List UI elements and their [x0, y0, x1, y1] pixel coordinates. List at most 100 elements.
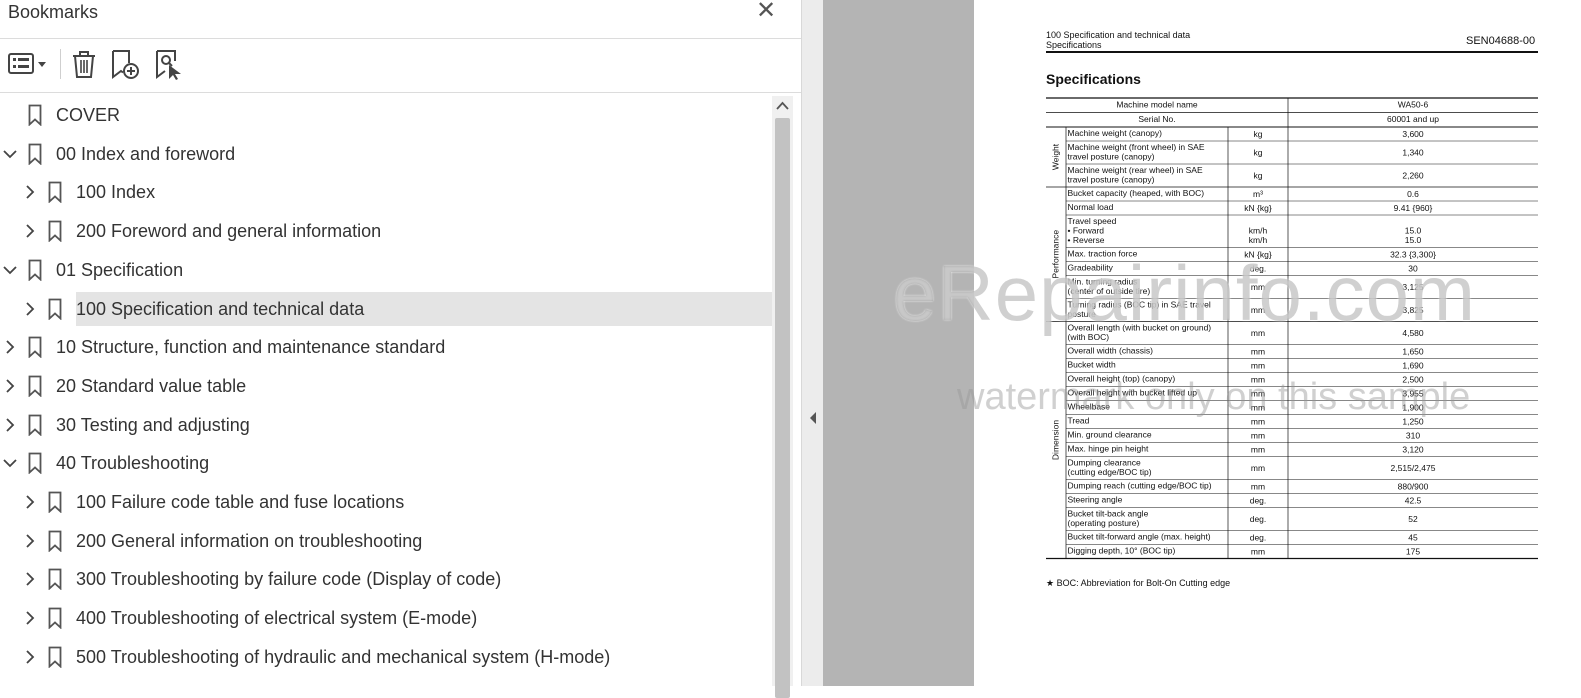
spec-value-text: 9.41 {960}: [1394, 203, 1433, 213]
bookmark-icon: [48, 646, 62, 668]
bookmark-item[interactable]: 200 General information on troubleshooti…: [0, 524, 772, 558]
bookmark-item[interactable]: 300 Troubleshooting by failure code (Dis…: [0, 562, 772, 596]
chevron-right-icon[interactable]: [21, 493, 39, 511]
spec-value-text: 32.3 {3,300}: [1390, 250, 1436, 260]
spec-item-text: Overall height with bucket lifted up: [1068, 388, 1198, 398]
spec-value-text: 175: [1406, 547, 1420, 557]
chevron-right-icon[interactable]: [21, 609, 39, 627]
vertical-scrollbar[interactable]: [772, 96, 793, 698]
chevron-right-icon[interactable]: [21, 300, 39, 318]
bookmark-icon: [28, 375, 42, 397]
chevron-right-icon[interactable]: [1, 416, 19, 434]
spec-unit-text: mm: [1251, 431, 1265, 441]
spec-item-text: Min. turning radius: [1068, 277, 1138, 287]
bookmark-item[interactable]: 01 Specification: [0, 253, 772, 287]
bookmark-item[interactable]: 00 Index and foreword: [0, 137, 772, 171]
chevron-right-icon[interactable]: [21, 222, 39, 240]
bookmark-label: 300 Troubleshooting by failure code (Dis…: [76, 569, 502, 590]
panel-splitter[interactable]: [801, 0, 823, 686]
spec-unit-text: mm: [1251, 463, 1265, 473]
specifications-table: Machine model name WA50-6 Serial No. 60001 …: [1046, 97, 1538, 560]
spec-item-text: Dumping reach (cutting edge/BOC tip): [1068, 481, 1212, 491]
scroll-up-button[interactable]: [774, 98, 791, 114]
spec-item-text: Machine weight (front wheel) in SAE: [1068, 142, 1205, 152]
bookmark-item[interactable]: 20 Standard value table: [0, 369, 772, 403]
bookmark-label: 100 Index: [76, 182, 156, 203]
panel-title: Bookmarks: [8, 2, 99, 22]
close-panel-button[interactable]: ✕: [754, 0, 778, 24]
spec-value-text: 1,340: [1402, 148, 1424, 158]
bookmark-item[interactable]: COVER: [0, 98, 772, 132]
bookmark-item[interactable]: 200 Foreword and general information: [0, 214, 772, 248]
spec-value-text: 1,900: [1402, 403, 1424, 413]
bookmark-label: 10 Structure, function and maintenance s…: [56, 337, 446, 358]
bookmark-icon: [28, 143, 42, 165]
chevron-right-icon[interactable]: [1, 377, 19, 395]
chevron-right-icon[interactable]: [21, 183, 39, 201]
spec-item-text: • Forward: [1068, 226, 1105, 236]
chevron-down-icon[interactable]: [1, 145, 19, 163]
spec-item-text: posture: [1068, 309, 1097, 319]
spec-item-text: Min. ground clearance: [1068, 430, 1152, 440]
spec-item-text: Wheelbase: [1068, 402, 1111, 412]
bookmark-item[interactable]: 30 Testing and adjusting: [0, 408, 772, 442]
table-header-value: WA50-6: [1398, 100, 1429, 110]
new-bookmark-button[interactable]: [109, 47, 143, 81]
chevron-down-icon[interactable]: [1, 261, 19, 279]
spec-unit-text: m³: [1253, 189, 1263, 199]
bookmark-icon: [28, 104, 42, 126]
toolbar-separator: [60, 49, 61, 79]
bookmark-label: 500 Troubleshooting of hydraulic and mec…: [76, 646, 611, 667]
spec-unit-text: mm: [1251, 361, 1265, 371]
spec-unit-text: km/h: [1249, 226, 1268, 236]
spec-group-label: Performance: [1050, 230, 1060, 279]
bookmark-label: 200 Foreword and general information: [76, 221, 382, 242]
document-page: 100 Specification and technical data Spe…: [974, 0, 1581, 686]
spec-value-text: 3,825: [1402, 305, 1424, 315]
spec-item-text: Digging depth, 10° (BOC tip): [1068, 546, 1176, 556]
collapse-left-icon: [810, 412, 816, 424]
spec-item-text: Machine weight (rear wheel) in SAE: [1068, 165, 1203, 175]
spec-item-text: • Reverse: [1068, 235, 1105, 245]
page-header-subsection: Specifications: [1046, 40, 1102, 50]
spec-value-text: 1,650: [1402, 347, 1424, 357]
bookmark-item[interactable]: 100 Specification and technical data: [0, 291, 772, 326]
spec-item-text: Tread: [1068, 416, 1090, 426]
bookmark-item[interactable]: 400 Troubleshooting of electrical system…: [0, 601, 772, 635]
spec-item-text: (operating posture): [1068, 518, 1140, 528]
scroll-thumb[interactable]: [775, 118, 790, 698]
bookmark-item[interactable]: 500 Troubleshooting of hydraulic and mec…: [0, 640, 772, 674]
chevron-right-icon[interactable]: [21, 532, 39, 550]
bookmark-item[interactable]: 40 Troubleshooting: [0, 446, 772, 480]
delete-bookmark-button[interactable]: [69, 47, 99, 81]
options-menu-button[interactable]: [6, 47, 50, 81]
spec-unit-text: mm: [1251, 547, 1265, 557]
bookmark-item[interactable]: 100 Index: [0, 175, 772, 209]
bookmark-label: 01 Specification: [56, 259, 184, 280]
bookmark-search-icon: [156, 50, 181, 80]
spec-unit-text: deg.: [1250, 264, 1267, 274]
chevron-right-icon[interactable]: [21, 570, 39, 588]
bookmark-icon: [48, 607, 62, 630]
spec-value-text: 0.6: [1407, 189, 1419, 199]
spec-value-text: 52: [1408, 514, 1418, 524]
spec-value-text: 30: [1408, 264, 1418, 274]
bookmark-label: 20 Standard value table: [56, 375, 247, 396]
bookmark-label: 200 General information on troubleshooti…: [76, 530, 423, 551]
chevron-right-icon[interactable]: [1, 338, 19, 356]
bookmarks-toolbar: [0, 39, 801, 92]
bookmark-tree: COVER 00 Index and foreword 100 Index 200 F…: [0, 96, 772, 686]
chevron-down-icon[interactable]: [1, 454, 19, 472]
spec-item-text: (cutting edge/BOC tip): [1068, 467, 1152, 477]
chevron-right-icon[interactable]: [21, 648, 39, 666]
bookmark-item[interactable]: 100 Failure code table and fuse location…: [0, 485, 772, 519]
spec-unit-text: km/h: [1249, 235, 1268, 245]
options-list-icon: [8, 53, 46, 74]
bookmark-item[interactable]: 10 Structure, function and maintenance s…: [0, 330, 772, 364]
spec-value-text: 3,120: [1402, 445, 1424, 455]
bookmark-icon: [48, 220, 62, 243]
spec-value-text: 15.0: [1405, 226, 1422, 236]
spec-item-text: Gradeability: [1068, 263, 1114, 273]
spec-value-text: 3,600: [1402, 129, 1424, 139]
bookmark-selection-button[interactable]: [153, 47, 187, 81]
